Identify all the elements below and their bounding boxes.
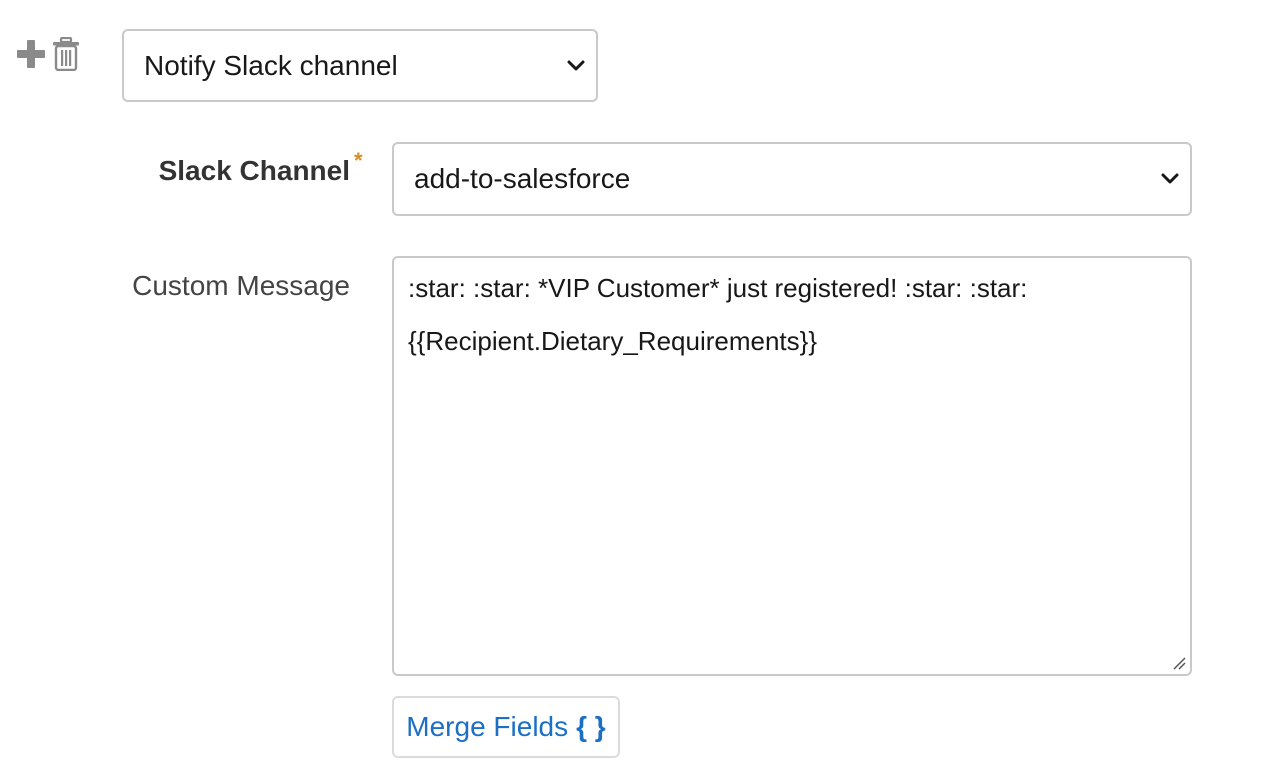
merge-fields-button[interactable]: Merge Fields { } [392,696,620,758]
row-actions [16,36,80,76]
chevron-down-icon [567,60,585,70]
action-type-select[interactable]: Notify Slack channel [122,29,598,102]
action-type-value: Notify Slack channel [144,49,398,81]
page: Notify Slack channel Slack Channel * add… [0,0,1286,784]
message-line: {{Recipient.Dietary_Requirements}} [408,326,818,356]
custom-message-textarea[interactable]: :star: :star: *VIP Customer* just regist… [392,256,1192,676]
add-action-button[interactable] [16,38,46,75]
braces-icon: { } [576,711,606,742]
required-marker: * [354,148,363,173]
delete-action-button[interactable] [46,36,80,76]
message-line: :star: :star: *VIP Customer* just regist… [408,273,1028,303]
plus-icon [17,40,45,68]
trash-icon [53,36,79,72]
custom-message-label: Custom Message [132,270,350,301]
slack-channel-label: Slack Channel [158,155,350,186]
slack-channel-select[interactable]: add-to-salesforce [392,142,1192,216]
merge-fields-label: Merge Fields [406,711,569,742]
resize-handle-icon[interactable] [1172,656,1186,670]
chevron-down-icon [1161,173,1179,184]
slack-channel-value: add-to-salesforce [414,163,631,194]
